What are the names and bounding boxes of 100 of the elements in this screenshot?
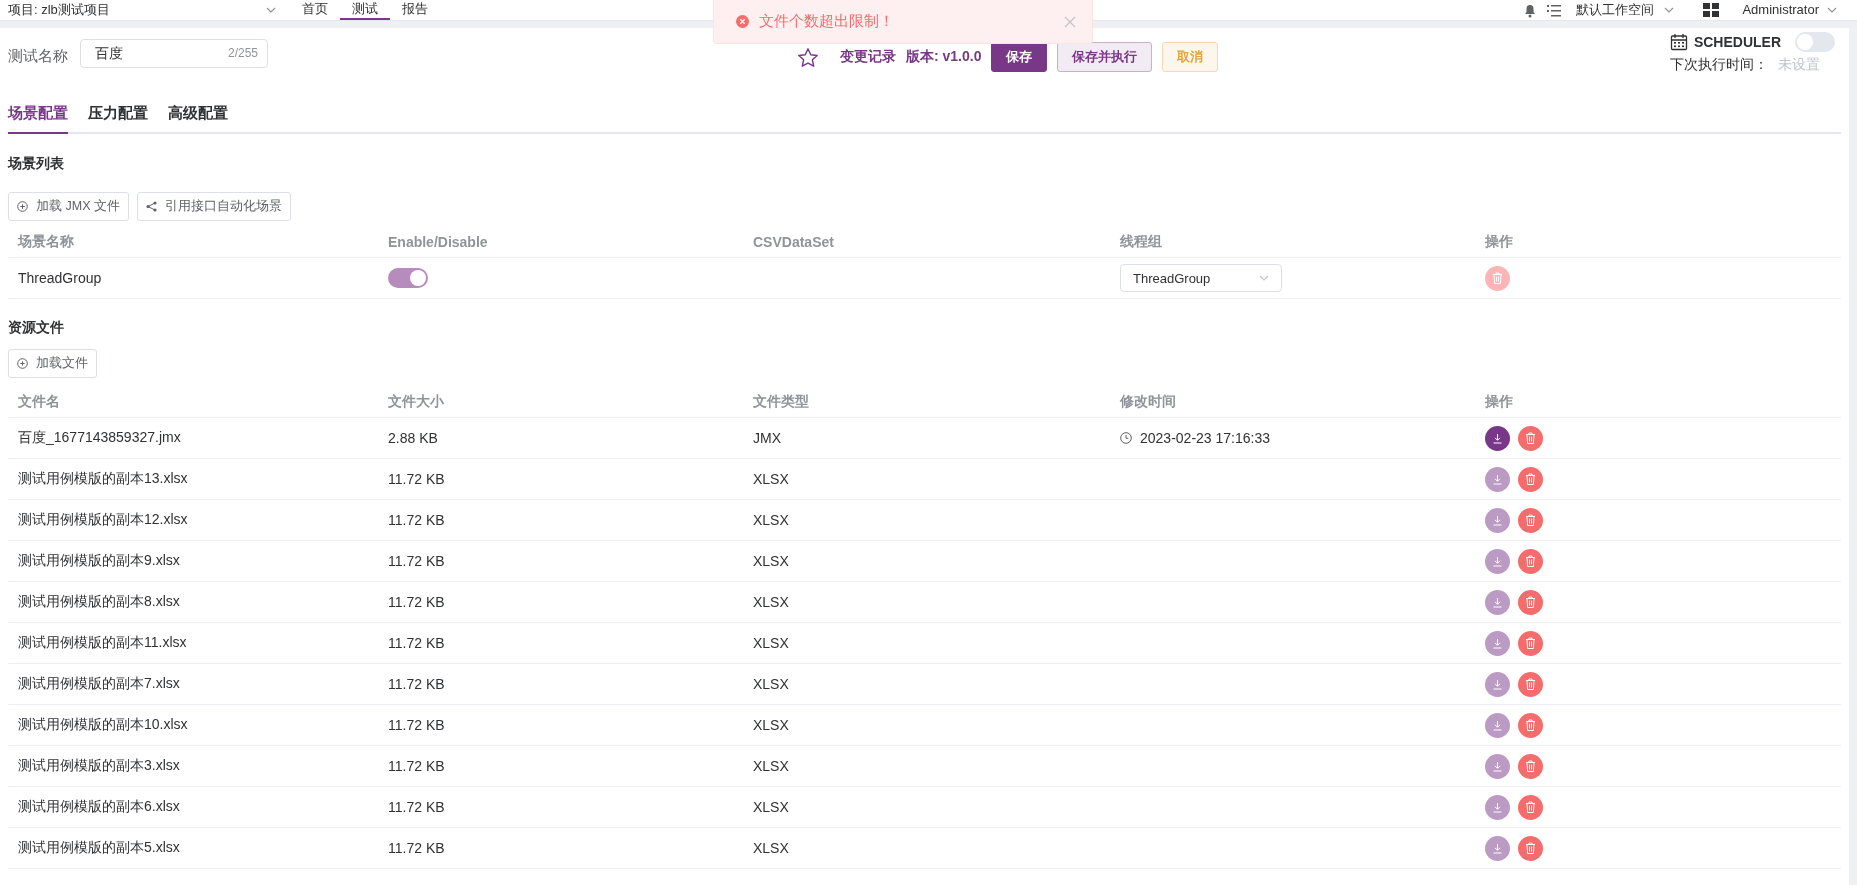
- scheduler-label: SCHEDULER: [1693, 34, 1781, 50]
- column-header: CSVDataSet: [743, 226, 1110, 258]
- trash-icon: [1525, 801, 1536, 813]
- table-cell: 11.72 KB: [378, 459, 743, 500]
- plus-circle-icon: [17, 201, 28, 212]
- history-link[interactable]: 变更记录: [840, 48, 896, 66]
- load-jmx-button[interactable]: 加载 JMX 文件: [8, 192, 129, 221]
- column-header: Enable/Disable: [378, 226, 743, 258]
- caret-icon: [1664, 7, 1675, 13]
- share-icon: [145, 201, 157, 212]
- nav-tab[interactable]: 报告: [389, 0, 440, 20]
- download-icon: [1492, 473, 1503, 485]
- thread-group-select[interactable]: ThreadGroup: [1120, 264, 1282, 292]
- delete-button[interactable]: [1518, 753, 1543, 779]
- column-header: 操作: [1475, 226, 1841, 258]
- table-cell: XLSX: [743, 746, 1110, 787]
- table-cell: XLSX: [743, 623, 1110, 664]
- trash-icon: [1525, 760, 1536, 772]
- table-cell: JMX: [743, 418, 1110, 459]
- trash-icon: [1525, 473, 1536, 485]
- nav-tab[interactable]: 首页: [289, 0, 340, 20]
- user-menu[interactable]: Administrator: [1742, 2, 1819, 18]
- table-cell: 11.72 KB: [378, 500, 743, 541]
- trash-icon: [1525, 637, 1536, 649]
- delete-button[interactable]: [1518, 835, 1543, 861]
- download-icon: [1492, 719, 1503, 731]
- project-name[interactable]: 项目: zlb测试项目: [8, 2, 110, 18]
- table-cell: 测试用例模版的副本5.xlsx: [8, 828, 378, 869]
- delete-button[interactable]: [1518, 425, 1543, 451]
- nav-tab[interactable]: 测试: [339, 0, 390, 20]
- column-header: 修改时间: [1110, 386, 1475, 418]
- download-icon: [1492, 801, 1503, 813]
- character-count: 2/255: [227, 46, 258, 60]
- table-cell: 11.72 KB: [378, 705, 743, 746]
- download-button[interactable]: [1485, 425, 1510, 451]
- plus-circle-icon: [17, 358, 28, 369]
- table-cell: XLSX: [743, 541, 1110, 582]
- table-cell: 测试用例模版的副本6.xlsx: [8, 787, 378, 828]
- trash-icon: [1525, 555, 1536, 567]
- table-cell: XLSX: [743, 459, 1110, 500]
- trash-icon: [1525, 432, 1536, 444]
- table-cell: 测试用例模版的副本8.xlsx: [8, 582, 378, 623]
- delete-button[interactable]: [1518, 589, 1543, 615]
- section-title: 场景列表: [8, 154, 65, 173]
- caret-icon: [1259, 275, 1269, 281]
- delete-button[interactable]: [1518, 548, 1543, 574]
- delete-button[interactable]: [1518, 794, 1543, 820]
- modified-time: 2023-02-23 17:16:33: [1140, 430, 1270, 446]
- config-tab[interactable]: 高级配置: [168, 94, 228, 134]
- toast-message: 文件个数超出限制！: [759, 12, 895, 31]
- scheduler-toggle[interactable]: [1795, 32, 1835, 52]
- download-icon: [1492, 637, 1503, 649]
- table-cell: XLSX: [743, 787, 1110, 828]
- calendar-icon: [1669, 33, 1688, 51]
- table-cell: 测试用例模版的副本9.xlsx: [8, 541, 378, 582]
- field-label: 测试名称: [8, 47, 68, 66]
- delete-button[interactable]: [1518, 466, 1543, 492]
- trash-icon: [1525, 596, 1536, 608]
- config-tab[interactable]: 场景配置: [8, 94, 68, 134]
- delete-button[interactable]: [1518, 671, 1543, 697]
- save-run-button[interactable]: 保存并执行: [1057, 42, 1153, 72]
- table-cell: 测试用例模版的副本7.xlsx: [8, 664, 378, 705]
- trash-icon: [1525, 514, 1536, 526]
- table-cell: 11.72 KB: [378, 623, 743, 664]
- delete-button[interactable]: [1518, 630, 1543, 656]
- download-icon: [1492, 432, 1503, 444]
- table-cell: ThreadGroup: [8, 258, 378, 299]
- table-cell: 测试用例模版的副本3.xlsx: [8, 746, 378, 787]
- table-cell: 百度_1677143859327.jmx: [8, 418, 378, 459]
- grid-icon: [1702, 2, 1721, 18]
- table-cell: 2.88 KB: [378, 418, 743, 459]
- table-cell: 测试用例模版的副本12.xlsx: [8, 500, 378, 541]
- close-icon[interactable]: [1064, 15, 1076, 28]
- column-header: 场景名称: [8, 226, 378, 258]
- list-icon: [1546, 2, 1563, 18]
- caret-icon: [1827, 7, 1837, 13]
- download-icon: [1492, 555, 1503, 567]
- delete-button[interactable]: [1518, 712, 1543, 738]
- workspace-dropdown[interactable]: 默认工作空间: [1576, 2, 1655, 18]
- section-title: 资源文件: [8, 318, 65, 337]
- download-icon: [1492, 514, 1503, 526]
- clock-icon: [1120, 432, 1132, 444]
- version-label: 版本: v1.0.0: [906, 48, 982, 66]
- star-icon: [798, 47, 818, 67]
- load-file-button[interactable]: 加载文件: [8, 349, 97, 378]
- trash-icon: [1525, 842, 1536, 854]
- column-header: 文件名: [8, 386, 378, 418]
- column-header: 文件类型: [743, 386, 1110, 418]
- table-cell: XLSX: [743, 500, 1110, 541]
- column-header: 线程组: [1110, 226, 1475, 258]
- download-icon: [1492, 678, 1503, 690]
- download-icon: [1492, 842, 1503, 854]
- reference-scenario-button[interactable]: 引用接口自动化场景: [136, 192, 291, 221]
- table-cell: 11.72 KB: [378, 582, 743, 623]
- table-cell: 测试用例模版的副本10.xlsx: [8, 705, 378, 746]
- delete-button[interactable]: [1518, 507, 1543, 533]
- trash-icon: [1525, 719, 1536, 731]
- save-button[interactable]: 保存: [991, 42, 1048, 72]
- enable-toggle[interactable]: [388, 268, 428, 288]
- config-tab[interactable]: 压力配置: [88, 94, 148, 134]
